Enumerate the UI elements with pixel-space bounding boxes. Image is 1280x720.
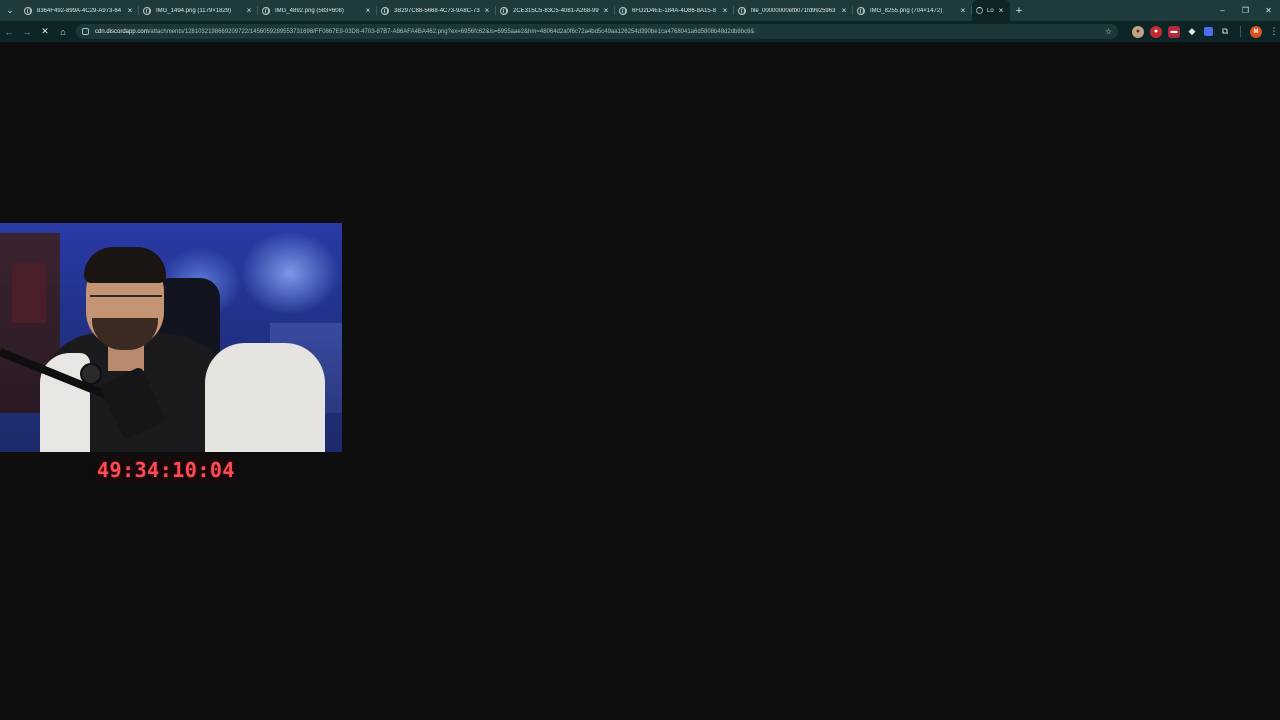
tab-title: 8364F492-899A-4C29-A973-64 [37,7,122,14]
close-tab-icon[interactable]: × [363,6,373,15]
tab[interactable]: 6FD2D4EE-184A-4D86-8A15-8 × [615,0,734,21]
tab-search-icon[interactable]: ⌄ [0,0,20,21]
close-tab-icon[interactable]: × [244,6,254,15]
loading-spinner-icon [976,7,983,14]
close-tab-icon[interactable]: × [996,6,1006,15]
tab-title: file_00000000efb071fd9925963 [751,7,836,14]
window-controls: – ❐ ✕ [1211,0,1280,21]
tab-title: IMG_8255.png (704×1472) [870,7,943,14]
minimize-button[interactable]: – [1211,6,1234,15]
url-path: /attachments/1281032198669209722/1456059… [148,28,755,35]
tab-title: 2CE315C5-83C5-4081-A268-99 [513,7,599,14]
restore-button[interactable]: ❐ [1234,6,1257,15]
extensions-area: ● ● ▬ ◆ ⧉ M ⋮ [1132,25,1280,38]
tab-title: 3B297C88-5668-4C73-9A8C-73 [394,7,480,14]
close-tab-icon[interactable]: × [839,6,849,15]
globe-icon [143,6,151,15]
tab[interactable]: 2CE315C5-83C5-4081-A268-99 × [496,0,615,21]
tab-title: IMG_1494.png (1179×1829) [156,7,232,14]
webcam-person-hair [84,247,166,283]
close-tab-icon[interactable]: × [958,6,968,15]
browser-toolbar: ← → ✕ ⌂ cdn.discordapp.com/attachments/1… [0,21,1280,42]
webcam-image [0,223,342,452]
page-content: 49:34:10:04 [0,42,1280,720]
stop-loading-button[interactable]: ✕ [36,21,54,42]
globe-icon [619,6,627,15]
extensions-puzzle-icon[interactable]: ⧉ [1219,26,1231,38]
webcam-person-sleeve-right [205,343,325,452]
tab-strip: ⌄ 8364F492-899A-4C29-A973-64 × IMG_1494.… [0,0,1280,21]
globe-icon [381,6,389,15]
tab-title: Lo [987,7,994,14]
browser-menu-icon[interactable]: ⋮ [1268,26,1280,37]
close-tab-icon[interactable]: × [125,6,135,15]
webcam-person-glasses [90,295,162,307]
new-tab-button[interactable]: + [1010,5,1028,17]
tab[interactable]: IMG_1494.png (1179×1829) × [139,0,258,21]
tab[interactable]: 3B297C88-5668-4C73-9A8C-73 × [377,0,496,21]
bookmark-star-icon[interactable]: ☆ [1105,27,1112,36]
extension-red-circle-icon[interactable]: ● [1150,25,1162,38]
extension-diamond-icon[interactable]: ◆ [1186,26,1198,38]
url-host: cdn.discordapp.com [95,28,149,35]
webcam-poster [12,263,46,323]
tab[interactable]: 8364F492-899A-4C29-A973-64 × [20,0,139,21]
globe-icon [24,6,32,15]
back-button[interactable]: ← [0,21,18,42]
tab-active[interactable]: Lo × [972,0,1010,21]
tab[interactable]: file_00000000efb071fd9925963 × [734,0,853,21]
close-tab-icon[interactable]: × [601,6,611,15]
tab[interactable]: IMG_8255.png (704×1472) × [853,0,972,21]
globe-icon [857,6,865,15]
globe-icon [262,6,270,15]
countdown-timer: 49:34:10:04 [96,456,236,484]
webcam-microphone [80,363,102,385]
tab-title: 6FD2D4EE-184A-4D86-8A15-8 [632,7,717,14]
close-tab-icon[interactable]: × [720,6,730,15]
extension-blue-square-icon[interactable] [1204,27,1213,36]
site-info-icon[interactable] [82,28,89,35]
globe-icon [738,6,746,15]
toolbar-divider [1240,26,1241,37]
tab-list: 8364F492-899A-4C29-A973-64 × IMG_1494.pn… [20,0,1028,21]
extension-red-badge-icon[interactable]: ▬ [1168,25,1180,38]
globe-icon [500,6,508,15]
home-button[interactable]: ⌂ [54,21,72,42]
tab[interactable]: IMG_4892.png (583×608) × [258,0,377,21]
forward-button[interactable]: → [18,21,36,42]
close-window-button[interactable]: ✕ [1257,6,1280,15]
extension-cookie-icon[interactable]: ● [1132,25,1144,38]
address-bar[interactable]: cdn.discordapp.com/attachments/128103219… [76,24,1118,39]
close-tab-icon[interactable]: × [482,6,492,15]
profile-avatar[interactable]: M [1250,25,1262,38]
tab-title: IMG_4892.png (583×608) [275,7,344,14]
